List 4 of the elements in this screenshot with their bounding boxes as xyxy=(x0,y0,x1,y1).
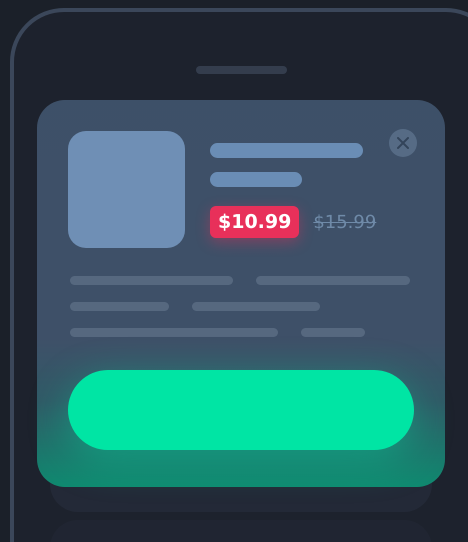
original-price: $15.99 xyxy=(313,212,376,232)
close-icon xyxy=(397,137,409,149)
sale-price: $10.99 xyxy=(210,206,300,238)
text-placeholder xyxy=(301,328,365,337)
